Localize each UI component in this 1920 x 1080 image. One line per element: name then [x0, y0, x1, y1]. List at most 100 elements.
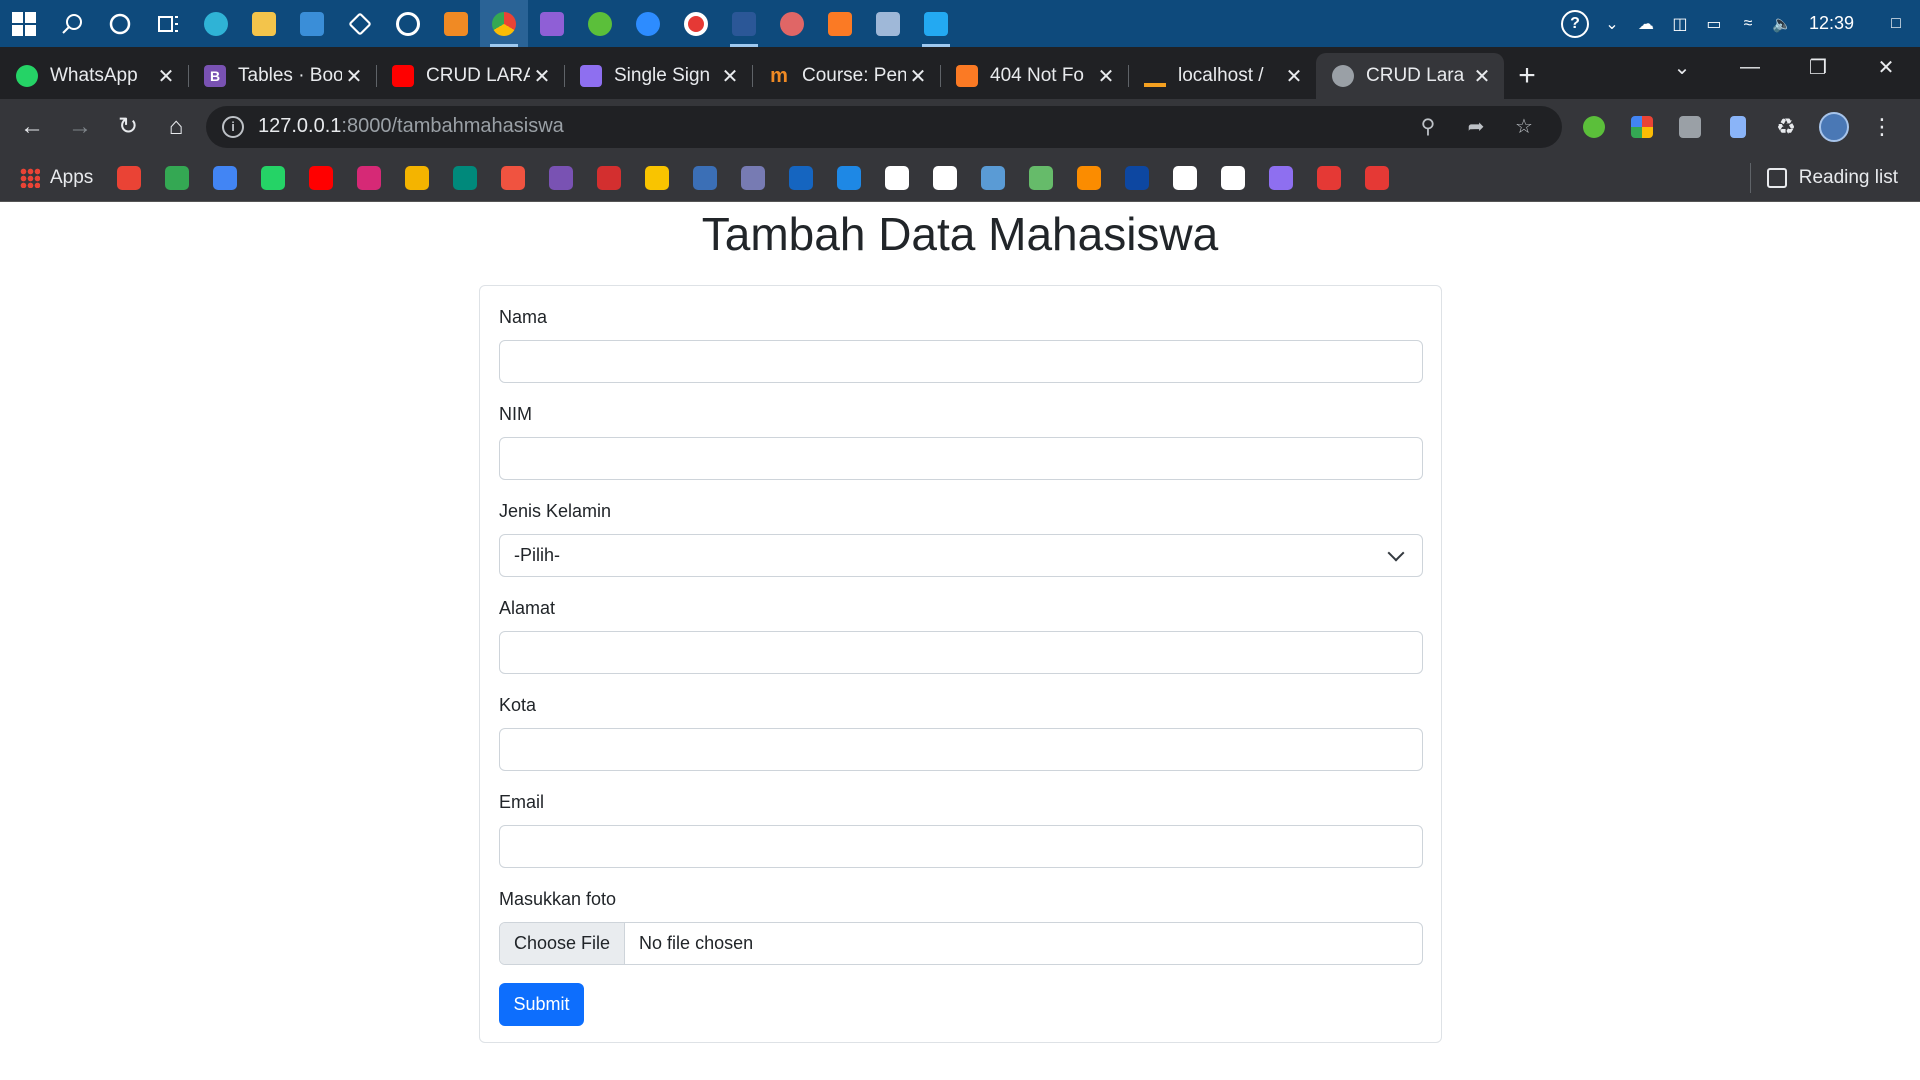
taskbar-app-chrome[interactable]	[480, 0, 528, 47]
extension-tb[interactable]	[1666, 103, 1714, 151]
bookmark-google-drive[interactable]	[153, 158, 201, 198]
taskbar-app-github-desktop[interactable]	[384, 0, 432, 47]
cortana-button[interactable]	[96, 0, 144, 47]
tab-whatsapp[interactable]: WhatsApp ✕	[0, 53, 188, 99]
wifi-icon[interactable]: ≈	[1731, 0, 1765, 47]
star-icon[interactable]: ☆	[1500, 114, 1548, 139]
chevron-up-icon[interactable]: ⌄	[1595, 0, 1629, 47]
tab-crud-laravel-active[interactable]: CRUD Lara ✕	[1316, 53, 1504, 99]
extension-docs[interactable]	[1714, 103, 1762, 151]
onedrive-icon[interactable]: ☁	[1629, 0, 1663, 47]
minimize-button[interactable]: —	[1716, 47, 1784, 87]
extensions-button[interactable]: ♻	[1762, 103, 1810, 151]
notification-icon[interactable]: □	[1872, 0, 1920, 47]
bookmark-rainbow-site[interactable]	[1065, 158, 1113, 198]
kota-input[interactable]	[499, 728, 1423, 771]
taskbar-app-notes[interactable]	[864, 0, 912, 47]
bookmark-mailbox-site[interactable]	[1305, 158, 1353, 198]
tab-tables-bootstrap[interactable]: B Tables · Boo ✕	[188, 53, 376, 99]
menu-button[interactable]: ⋮	[1858, 103, 1906, 151]
taskbar-app-visual-studio[interactable]	[528, 0, 576, 47]
bookmark-gmail[interactable]	[105, 158, 153, 198]
bookmark-mendeley[interactable]	[585, 158, 633, 198]
back-button[interactable]: ←	[8, 103, 56, 151]
reload-button[interactable]: ↻	[104, 103, 152, 151]
bookmark-php-site[interactable]	[729, 158, 777, 198]
tab-close-icon[interactable]: ✕	[1282, 64, 1306, 89]
profile-button[interactable]	[1810, 103, 1858, 151]
alamat-input[interactable]	[499, 631, 1423, 674]
forward-button[interactable]: →	[56, 103, 104, 151]
tab-close-icon[interactable]: ✕	[530, 64, 554, 89]
taskbar-app-vscode[interactable]	[912, 0, 960, 47]
bookmark-classroom[interactable]	[393, 158, 441, 198]
bookmark-laravel[interactable]	[489, 158, 537, 198]
taskbar-app-dropbox[interactable]	[336, 0, 384, 47]
home-button[interactable]: ⌂	[152, 103, 200, 151]
bookmark-blue-circle-site[interactable]	[777, 158, 825, 198]
taskbar-search-button[interactable]	[48, 0, 96, 47]
bookmark-steps-site[interactable]	[1161, 158, 1209, 198]
bookmark-gear-site[interactable]	[825, 158, 873, 198]
bookmark-instagram[interactable]	[345, 158, 393, 198]
restore-button[interactable]: ❐	[1784, 47, 1852, 87]
taskbar-app-maps[interactable]	[576, 0, 624, 47]
bookmark-whatsapp-62[interactable]	[249, 158, 297, 198]
bookmark-fx-site[interactable]	[681, 158, 729, 198]
tab-course[interactable]: m Course: Pen ✕	[752, 53, 940, 99]
extension-colorful[interactable]	[1618, 103, 1666, 151]
reading-list-button[interactable]: Reading list	[1749, 162, 1898, 193]
taskbar-app-screen-recorder[interactable]	[672, 0, 720, 47]
email-input[interactable]	[499, 825, 1423, 868]
bookmark-red-site[interactable]	[1353, 158, 1401, 198]
extension-maps[interactable]	[1570, 103, 1618, 151]
bookmark-atom-site[interactable]	[1017, 158, 1065, 198]
taskbar-app-file-explorer[interactable]	[240, 0, 288, 47]
taskbar-app-edge[interactable]	[192, 0, 240, 47]
submit-button[interactable]: Submit	[499, 983, 584, 1026]
tab-close-icon[interactable]: ✕	[154, 64, 178, 89]
bookmark-github[interactable]	[921, 158, 969, 198]
bookmark-bootstrap[interactable]	[537, 158, 585, 198]
taskbar-app-mail[interactable]	[288, 0, 336, 47]
tab-close-icon[interactable]: ✕	[906, 64, 930, 89]
share-icon[interactable]: ➦	[1452, 114, 1500, 139]
bookmark-sso-site[interactable]	[1257, 158, 1305, 198]
bookmark-youtube[interactable]	[297, 158, 345, 198]
taskbar-app-word[interactable]	[720, 0, 768, 47]
tab-search-button[interactable]: ⌄	[1648, 47, 1716, 87]
tab-close-icon[interactable]: ✕	[342, 64, 366, 89]
clock[interactable]: 12:39	[1799, 13, 1872, 34]
apps-shortcut[interactable]: Apps	[20, 167, 93, 189]
taskbar-app-sublime-text[interactable]	[432, 0, 480, 47]
tab-close-icon[interactable]: ✕	[1094, 64, 1118, 89]
taskbar-app-paint[interactable]	[768, 0, 816, 47]
tab-crud-laravel-youtube[interactable]: CRUD LARA ✕	[376, 53, 564, 99]
tab-single-sign-on[interactable]: Single Sign ✕	[564, 53, 752, 99]
close-window-button[interactable]: ✕	[1852, 47, 1920, 87]
jenis-kelamin-select[interactable]: -Pilih-	[499, 534, 1423, 577]
taskbar-app-zoom[interactable]	[624, 0, 672, 47]
nim-input[interactable]	[499, 437, 1423, 480]
bookmark-shield-site[interactable]	[633, 158, 681, 198]
task-view-button[interactable]	[144, 0, 192, 47]
nama-input[interactable]	[499, 340, 1423, 383]
url-text[interactable]: 127.0.0.1:8000/tambahmahasiswa	[258, 115, 1404, 138]
taskbar-app-xampp[interactable]	[816, 0, 864, 47]
tab-close-icon[interactable]: ✕	[1470, 64, 1494, 89]
bookmark-codepen[interactable]	[873, 158, 921, 198]
volume-icon[interactable]: 🔈	[1765, 0, 1799, 47]
foto-file-input[interactable]: Choose File No file chosen	[499, 922, 1423, 965]
site-info-icon[interactable]: i	[222, 115, 244, 138]
bookmark-globe-site[interactable]	[1113, 158, 1161, 198]
meet-now-icon[interactable]: ◫	[1663, 0, 1697, 47]
new-tab-button[interactable]: +	[1504, 53, 1550, 99]
bookmark-wix[interactable]	[1209, 158, 1257, 198]
address-bar[interactable]: i 127.0.0.1:8000/tambahmahasiswa ⚲ ➦ ☆	[206, 105, 1562, 148]
bookmark-google[interactable]	[201, 158, 249, 198]
zoom-icon[interactable]: ⚲	[1404, 114, 1452, 139]
start-button[interactable]	[0, 0, 48, 47]
tab-localhost-phpmyadmin[interactable]: localhost / ✕	[1128, 53, 1316, 99]
help-icon[interactable]: ?	[1555, 0, 1595, 47]
battery-icon[interactable]: ▭	[1697, 0, 1731, 47]
